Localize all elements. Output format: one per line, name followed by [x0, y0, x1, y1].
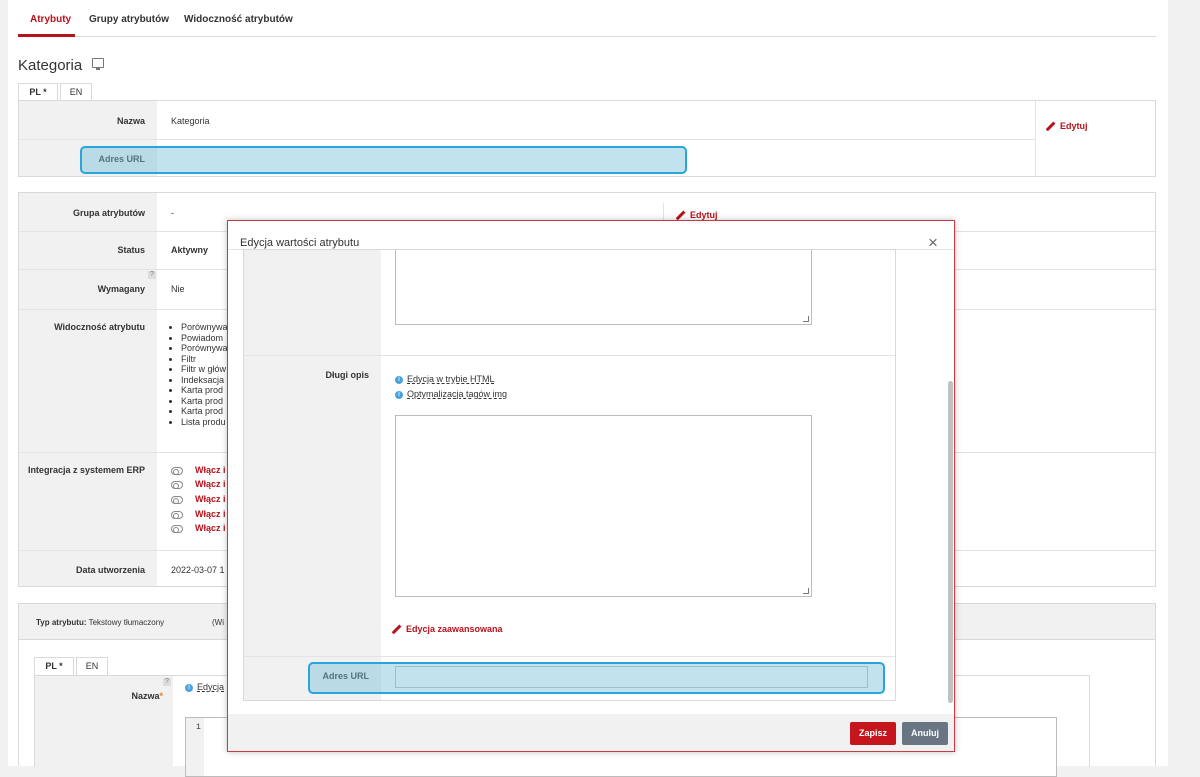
tab-grupy-atrybutow[interactable]: Grupy atrybutów [89, 14, 169, 25]
list-item: Filtr [181, 354, 228, 365]
modal-scrollbar[interactable] [948, 381, 953, 703]
resize-handle[interactable] [803, 588, 809, 594]
list-item: Filtr w głów [181, 364, 228, 375]
save-button[interactable]: Zapisz [850, 722, 896, 745]
list-item: Porównywa [181, 322, 228, 333]
visibility-list: Porównywa Powiadom Porównywa Filtr Filtr… [171, 322, 228, 427]
modal-url-highlight [308, 662, 885, 694]
info-icon: i [395, 375, 403, 384]
info-icon: i [395, 390, 403, 399]
group-value: - [171, 208, 174, 218]
tab-atrybuty[interactable]: Atrybuty [30, 14, 71, 25]
list-item: Karta prod [181, 396, 228, 407]
line-number: 1 [196, 723, 201, 732]
visibility-label: Widoczność atrybutu [54, 322, 145, 332]
type-info: Typ atrybutu: Tekstowy tłumaczony [36, 618, 165, 627]
active-tab-indicator [18, 34, 75, 37]
long-desc-label: Długi opis [325, 370, 370, 380]
edit-name-link[interactable]: Edytuj [1045, 121, 1088, 132]
toggle-icon [171, 480, 183, 489]
img-optimization-link[interactable]: i Optymalizacja tagów img [395, 389, 507, 399]
lang-tab-en[interactable]: EN [60, 83, 92, 101]
type-extra: (Wi [212, 618, 224, 627]
tab-widocznosc-atrybutow[interactable]: Widoczność atrybutów [184, 14, 293, 25]
help-badge[interactable]: ? [163, 678, 171, 686]
resize-handle[interactable] [803, 316, 809, 322]
page-title: Kategoria [18, 57, 83, 74]
erp-toggle-5[interactable]: Włącz i [171, 523, 226, 533]
url-row-highlight [80, 146, 687, 174]
erp-toggle-4[interactable]: Włącz i [171, 509, 226, 519]
modal-title: Edycja wartości atrybutu [240, 237, 360, 249]
html-edit-link[interactable]: i Edycja w trybie HTML [395, 374, 495, 384]
pencil-icon [1045, 121, 1056, 132]
list-item: Karta prod [181, 406, 228, 417]
list-item: Porównywa [181, 343, 228, 354]
toggle-icon [171, 495, 183, 504]
created-value: 2022-03-07 1 [171, 565, 225, 575]
advanced-edit-link[interactable]: Edycja zaawansowana [391, 624, 503, 635]
modal-body: Długi opis i Edycja w trybie HTML i Optyma… [243, 249, 896, 701]
required-value: Nie [171, 284, 185, 294]
erp-label: Integracja z systemem ERP [27, 465, 145, 475]
status-label: Status [117, 245, 145, 255]
help-badge[interactable]: ? [148, 271, 156, 279]
toggle-icon [171, 524, 183, 533]
modal-footer: Zapisz Anuluj [228, 714, 954, 751]
erp-toggle-1[interactable]: Włącz i [171, 465, 226, 475]
lang-tab-pl-bottom[interactable]: PL * [34, 657, 74, 675]
short-description-textarea[interactable] [395, 250, 812, 325]
erp-toggle-3[interactable]: Włącz i [171, 494, 226, 504]
bottom-name-label: Nazwa* [131, 691, 163, 701]
name-label: Nazwa [116, 116, 145, 126]
list-item: Lista produ [181, 417, 228, 428]
required-label: Wymagany [97, 284, 145, 294]
list-item: Powiadom [181, 333, 228, 344]
lang-tab-pl[interactable]: PL * [18, 83, 58, 101]
long-description-textarea[interactable] [395, 415, 812, 597]
pencil-icon [391, 624, 402, 635]
cancel-button[interactable]: Anuluj [902, 722, 948, 745]
name-value: Kategoria [171, 116, 210, 126]
top-tabs: Atrybuty Grupy atrybutów Widoczność atry… [18, 0, 1156, 37]
status-value: Aktywny [171, 245, 209, 255]
group-label: Grupa atrybutów [72, 208, 145, 218]
monitor-icon[interactable] [92, 58, 104, 70]
edit-attribute-value-modal: Edycja wartości atrybutu × Długi opis iE… [227, 220, 955, 752]
info-icon: i [185, 683, 193, 692]
bottom-edit-link[interactable]: i Edycja [185, 682, 224, 692]
toggle-icon [171, 510, 183, 519]
list-item: Karta prod [181, 385, 228, 396]
created-label: Data utworzenia [75, 565, 145, 575]
toggle-icon [171, 466, 183, 475]
list-item: Indeksacja [181, 375, 228, 386]
lang-tab-en-bottom[interactable]: EN [76, 657, 108, 675]
erp-toggle-2[interactable]: Włącz i [171, 479, 226, 489]
